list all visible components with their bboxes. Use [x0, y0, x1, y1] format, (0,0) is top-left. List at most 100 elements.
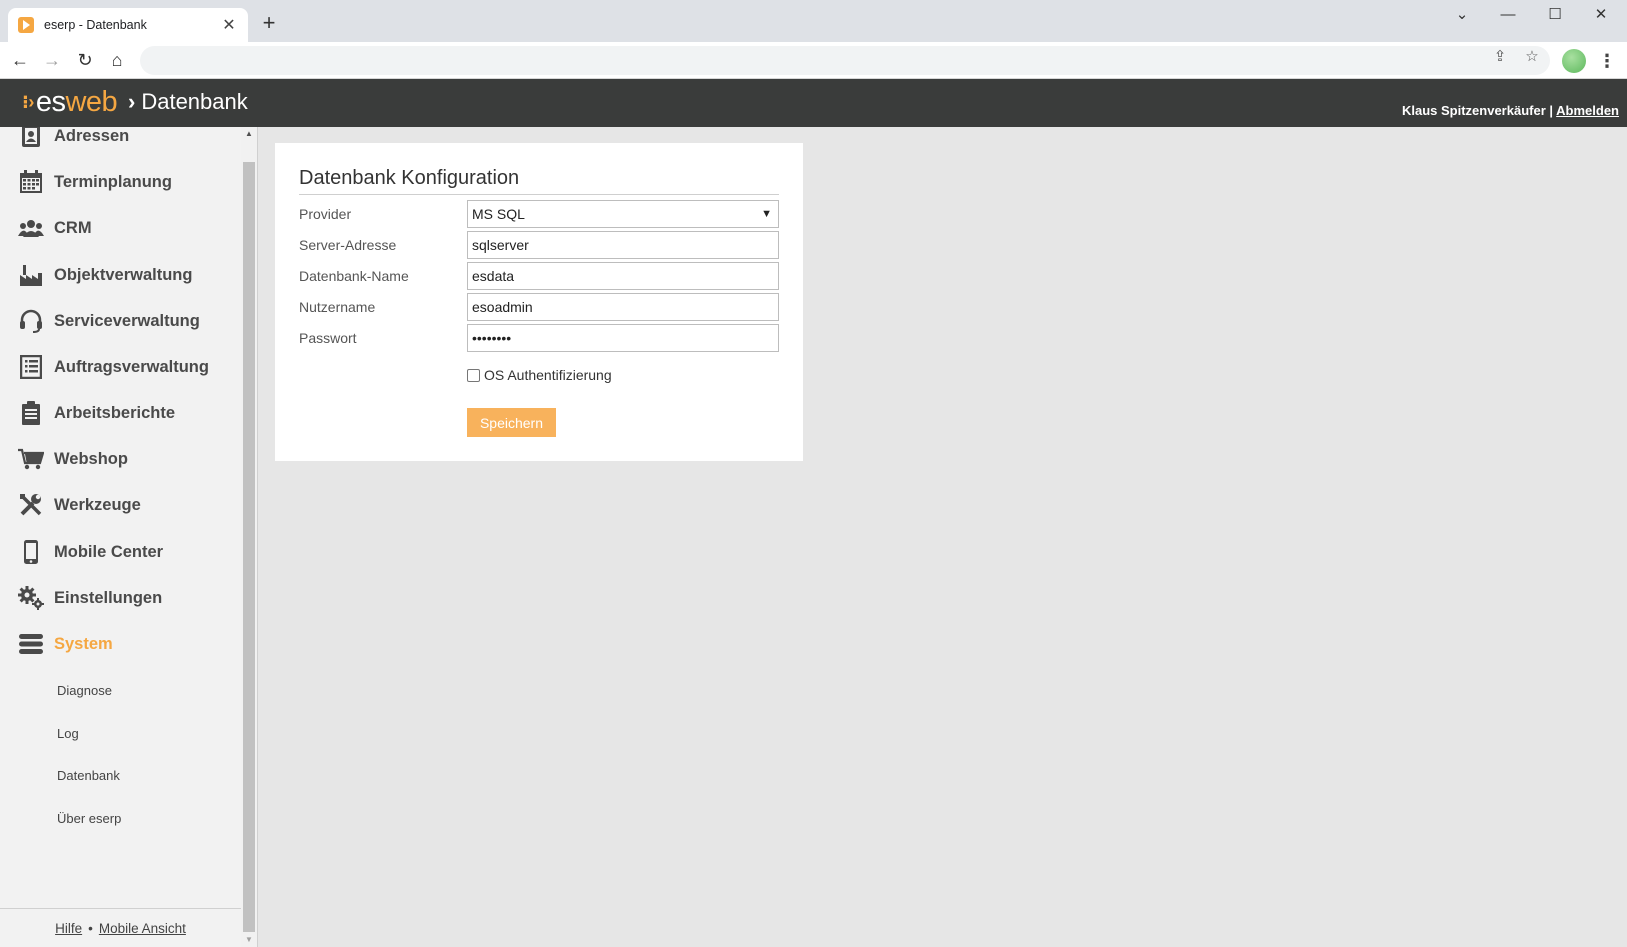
browser-toolbar: ← → ↻ ⌂ ⇪ ☆ ⋮: [0, 42, 1627, 79]
sidebar-item-label: CRM: [54, 218, 92, 237]
sidebar-item-system[interactable]: System: [18, 629, 113, 659]
sidebar-item-einstellungen[interactable]: Einstellungen: [18, 583, 162, 613]
os-auth-row: OS Authentifizierung: [467, 367, 612, 383]
tab-title: eserp - Datenbank: [44, 18, 147, 32]
reload-button[interactable]: ↻: [73, 48, 97, 72]
sidebar-item-label: Objektverwaltung: [54, 265, 193, 284]
sidebar-subitem-datenbank[interactable]: Datenbank: [57, 768, 120, 783]
back-button[interactable]: ←: [8, 48, 32, 72]
sidebar-item-label: Werkzeuge: [54, 495, 141, 514]
sidebar-item-label: Terminplanung: [54, 172, 172, 191]
user-name: Klaus Spitzenverkäufer |: [1401, 103, 1554, 118]
provider-selected-value: MS SQL: [472, 206, 525, 222]
sidebar-item-label: Mobile Center: [54, 542, 164, 561]
username-row: Nutzername: [299, 293, 779, 321]
mobile-icon: [18, 539, 44, 565]
scroll-down-arrow-icon[interactable]: ▼: [241, 933, 257, 947]
user-info: Klaus Spitzenverkäufer | Abmelden: [1402, 103, 1619, 118]
footer-separator: •: [88, 921, 93, 936]
sidebar-nav: Adressen Terminplanung CRM Objektverwalt…: [0, 127, 241, 907]
profile-avatar[interactable]: [1562, 49, 1586, 73]
os-auth-checkbox[interactable]: [467, 368, 480, 382]
sidebar-item-objektverwaltung[interactable]: Objektverwaltung: [18, 260, 192, 290]
database-name-input[interactable]: [467, 262, 779, 290]
cart-icon: [18, 446, 44, 472]
sidebar-item-auftragsverwaltung[interactable]: Auftragsverwaltung: [18, 352, 209, 382]
list-icon: [18, 354, 44, 380]
browser-tab[interactable]: eserp - Datenbank ✕: [8, 8, 248, 42]
share-icon[interactable]: ⇪: [1490, 47, 1510, 67]
sidebar-scrollbar[interactable]: ▲ ▼: [241, 127, 257, 947]
sidebar-item-mobile-center[interactable]: Mobile Center: [18, 537, 163, 567]
breadcrumb-current: Datenbank: [141, 89, 248, 114]
forward-button[interactable]: →: [40, 48, 64, 72]
password-row: Passwort: [299, 324, 779, 352]
password-label: Passwort: [299, 330, 357, 346]
app-header: ⁝› es web › Datenbank Klaus Spitzenverkäu…: [0, 79, 1627, 127]
password-input[interactable]: [467, 324, 779, 352]
breadcrumb-separator-icon: ›: [128, 89, 136, 114]
username-label: Nutzername: [299, 299, 376, 315]
sidebar-subitem-diagnose[interactable]: Diagnose: [57, 683, 112, 698]
os-auth-label[interactable]: OS Authentifizierung: [484, 367, 612, 383]
server-label: Server-Adresse: [299, 237, 397, 253]
logout-link[interactable]: Abmelden: [1556, 103, 1619, 118]
sidebar-item-adressen[interactable]: Adressen: [18, 127, 129, 151]
sidebar-item-label: Arbeitsberichte: [54, 403, 176, 422]
provider-select[interactable]: MS SQL ▼: [467, 200, 779, 228]
scroll-up-arrow-icon[interactable]: ▲: [241, 127, 257, 141]
esweb-logo[interactable]: ⁝› es web: [22, 86, 118, 119]
headset-icon: [18, 308, 44, 334]
provider-row: Provider MS SQL ▼: [299, 200, 779, 228]
dbname-row: Datenbank-Name: [299, 262, 779, 290]
sidebar-footer: Hilfe • Mobile Ansicht: [0, 908, 241, 947]
address-bar[interactable]: [140, 46, 1550, 75]
minimize-button[interactable]: —: [1493, 4, 1523, 26]
help-link[interactable]: Hilfe: [55, 921, 82, 936]
home-button[interactable]: ⌂: [105, 48, 129, 72]
bookmark-star-icon[interactable]: ☆: [1522, 47, 1542, 67]
tab-close-icon[interactable]: ✕: [220, 15, 238, 35]
sidebar-item-label: Auftragsverwaltung: [54, 357, 209, 376]
close-window-button[interactable]: ✕: [1586, 4, 1616, 26]
browser-tabstrip: eserp - Datenbank ✕ + ⌄ — ☐ ✕: [0, 0, 1627, 42]
logo-chevron-icon: ⁝›: [22, 92, 34, 112]
sidebar-item-webshop[interactable]: Webshop: [18, 444, 128, 474]
favicon-icon: [18, 17, 34, 33]
sidebar-item-arbeitsberichte[interactable]: Arbeitsberichte: [18, 398, 175, 428]
scrollbar-thumb[interactable]: [243, 162, 255, 932]
factory-icon: [18, 262, 44, 288]
new-tab-button[interactable]: +: [258, 12, 280, 34]
server-address-input[interactable]: [467, 231, 779, 259]
sidebar-item-label: Webshop: [54, 449, 128, 468]
provider-label: Provider: [299, 206, 352, 222]
database-config-panel: Datenbank Konfiguration Provider MS SQL …: [275, 143, 803, 461]
sidebar-subitem-log[interactable]: Log: [57, 726, 79, 741]
page-title: Datenbank Konfiguration: [299, 167, 779, 195]
dbname-label: Datenbank-Name: [299, 268, 409, 284]
username-input[interactable]: [467, 293, 779, 321]
users-icon: [18, 215, 44, 241]
tools-icon: [18, 492, 44, 518]
sidebar-item-terminplanung[interactable]: Terminplanung: [18, 167, 172, 197]
logo-text-es: es: [35, 86, 66, 118]
tab-search-icon[interactable]: ⌄: [1447, 4, 1477, 26]
sidebar-subitem-ueber-eserp[interactable]: Über eserp: [57, 811, 121, 826]
address-book-icon: [18, 127, 44, 149]
save-button[interactable]: Speichern: [467, 408, 556, 437]
sidebar-item-serviceverwaltung[interactable]: Serviceverwaltung: [18, 306, 200, 336]
browser-menu-icon[interactable]: ⋮: [1598, 49, 1616, 73]
clipboard-icon: [18, 400, 44, 426]
sidebar-item-werkzeuge[interactable]: Werkzeuge: [18, 490, 141, 520]
maximize-button[interactable]: ☐: [1540, 4, 1570, 26]
logo-text-web: web: [65, 86, 118, 118]
server-row: Server-Adresse: [299, 231, 779, 259]
database-icon: [18, 631, 44, 657]
sidebar-item-crm[interactable]: CRM: [18, 213, 92, 243]
calendar-icon: [18, 169, 44, 195]
sidebar-item-label: System: [54, 634, 113, 653]
mobile-view-link[interactable]: Mobile Ansicht: [99, 921, 186, 936]
sidebar-item-label: Adressen: [54, 127, 130, 145]
chevron-down-icon: ▼: [761, 208, 772, 220]
gears-icon: [18, 585, 44, 611]
